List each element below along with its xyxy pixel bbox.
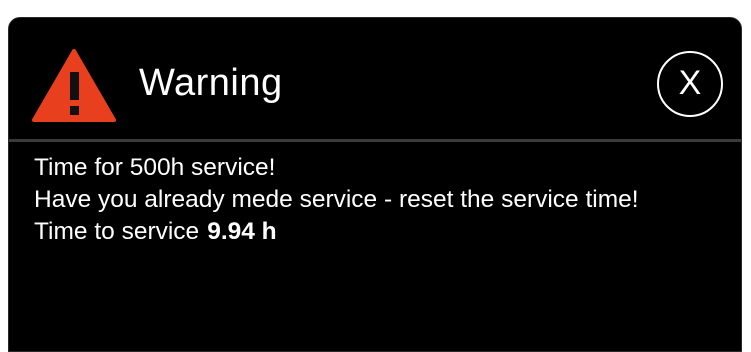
- warning-triangle-icon: [32, 49, 116, 122]
- message-line-service-due: Time for 500h service!: [34, 154, 276, 181]
- time-to-service-row: Time to service 9.94 h: [34, 216, 724, 248]
- close-button[interactable]: X: [657, 51, 723, 117]
- time-to-service-value: 9.94 h: [207, 218, 277, 245]
- time-to-service-label: Time to service: [34, 218, 200, 245]
- dialog-header: Warning X: [9, 18, 741, 139]
- dialog-title: Warning: [139, 62, 283, 104]
- header-divider: [9, 139, 741, 142]
- dialog-message: Time for 500h service! Have you already …: [34, 152, 724, 248]
- warning-dialog: Warning X Time for 500h service! Have yo…: [8, 17, 742, 352]
- message-line-reset-prompt: Have you already mede service - reset th…: [34, 186, 639, 213]
